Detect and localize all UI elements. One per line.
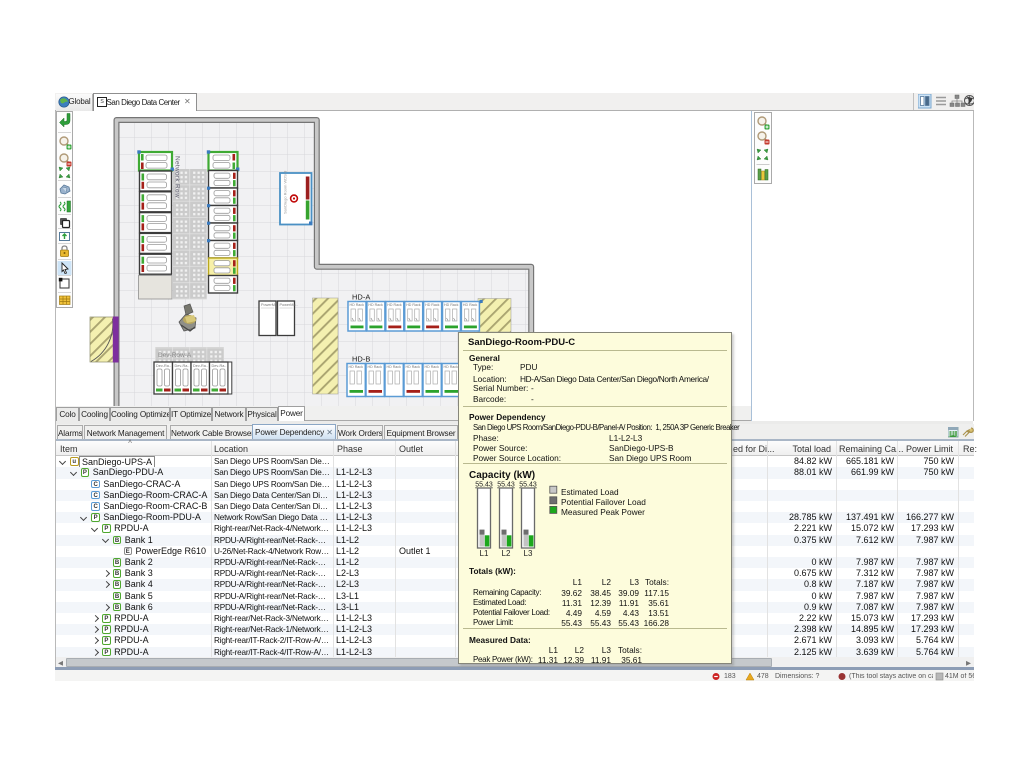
svg-text:L3: L3 <box>524 549 533 558</box>
svg-text:HD Rack: HD Rack <box>387 365 402 369</box>
svg-text:HD-A: HD-A <box>352 293 370 302</box>
svg-text:HD Rack: HD Rack <box>425 365 440 369</box>
svg-text:HD Rack: HD Rack <box>444 303 459 307</box>
svg-text:HD Rack: HD Rack <box>350 303 365 307</box>
svg-text:HD Rack: HD Rack <box>444 365 459 369</box>
svg-text:HD Rack: HD Rack <box>406 365 421 369</box>
svg-text:Dev-Ra..: Dev-Ra.. <box>175 364 190 368</box>
svg-text:HD Rack: HD Rack <box>425 303 440 307</box>
svg-text:Dev-Ra..: Dev-Ra.. <box>156 364 171 368</box>
svg-text:SanDiego Room WDS-3: SanDiego Room WDS-3 <box>283 170 288 214</box>
svg-text:PowerMo..: PowerMo.. <box>261 303 279 307</box>
svg-text:HD-B: HD-B <box>352 355 370 364</box>
svg-text:PowerMo..: PowerMo.. <box>280 303 298 307</box>
svg-text:HD Rack: HD Rack <box>368 365 383 369</box>
svg-text:Dev-Row-A: Dev-Row-A <box>158 352 192 359</box>
svg-text:HD Rack: HD Rack <box>387 303 402 307</box>
svg-text:L1: L1 <box>480 549 489 558</box>
svg-text:HD Rack: HD Rack <box>349 365 364 369</box>
svg-text:HD Rack: HD Rack <box>463 303 478 307</box>
svg-text:Dev-Ra..: Dev-Ra.. <box>212 364 227 368</box>
svg-text:L2: L2 <box>502 549 511 558</box>
svg-text:HD Rack: HD Rack <box>406 303 421 307</box>
svg-text:HD Rack: HD Rack <box>368 303 383 307</box>
svg-text:Network Row: Network Row <box>174 156 181 198</box>
svg-text:Dev-Ra..: Dev-Ra.. <box>193 364 208 368</box>
